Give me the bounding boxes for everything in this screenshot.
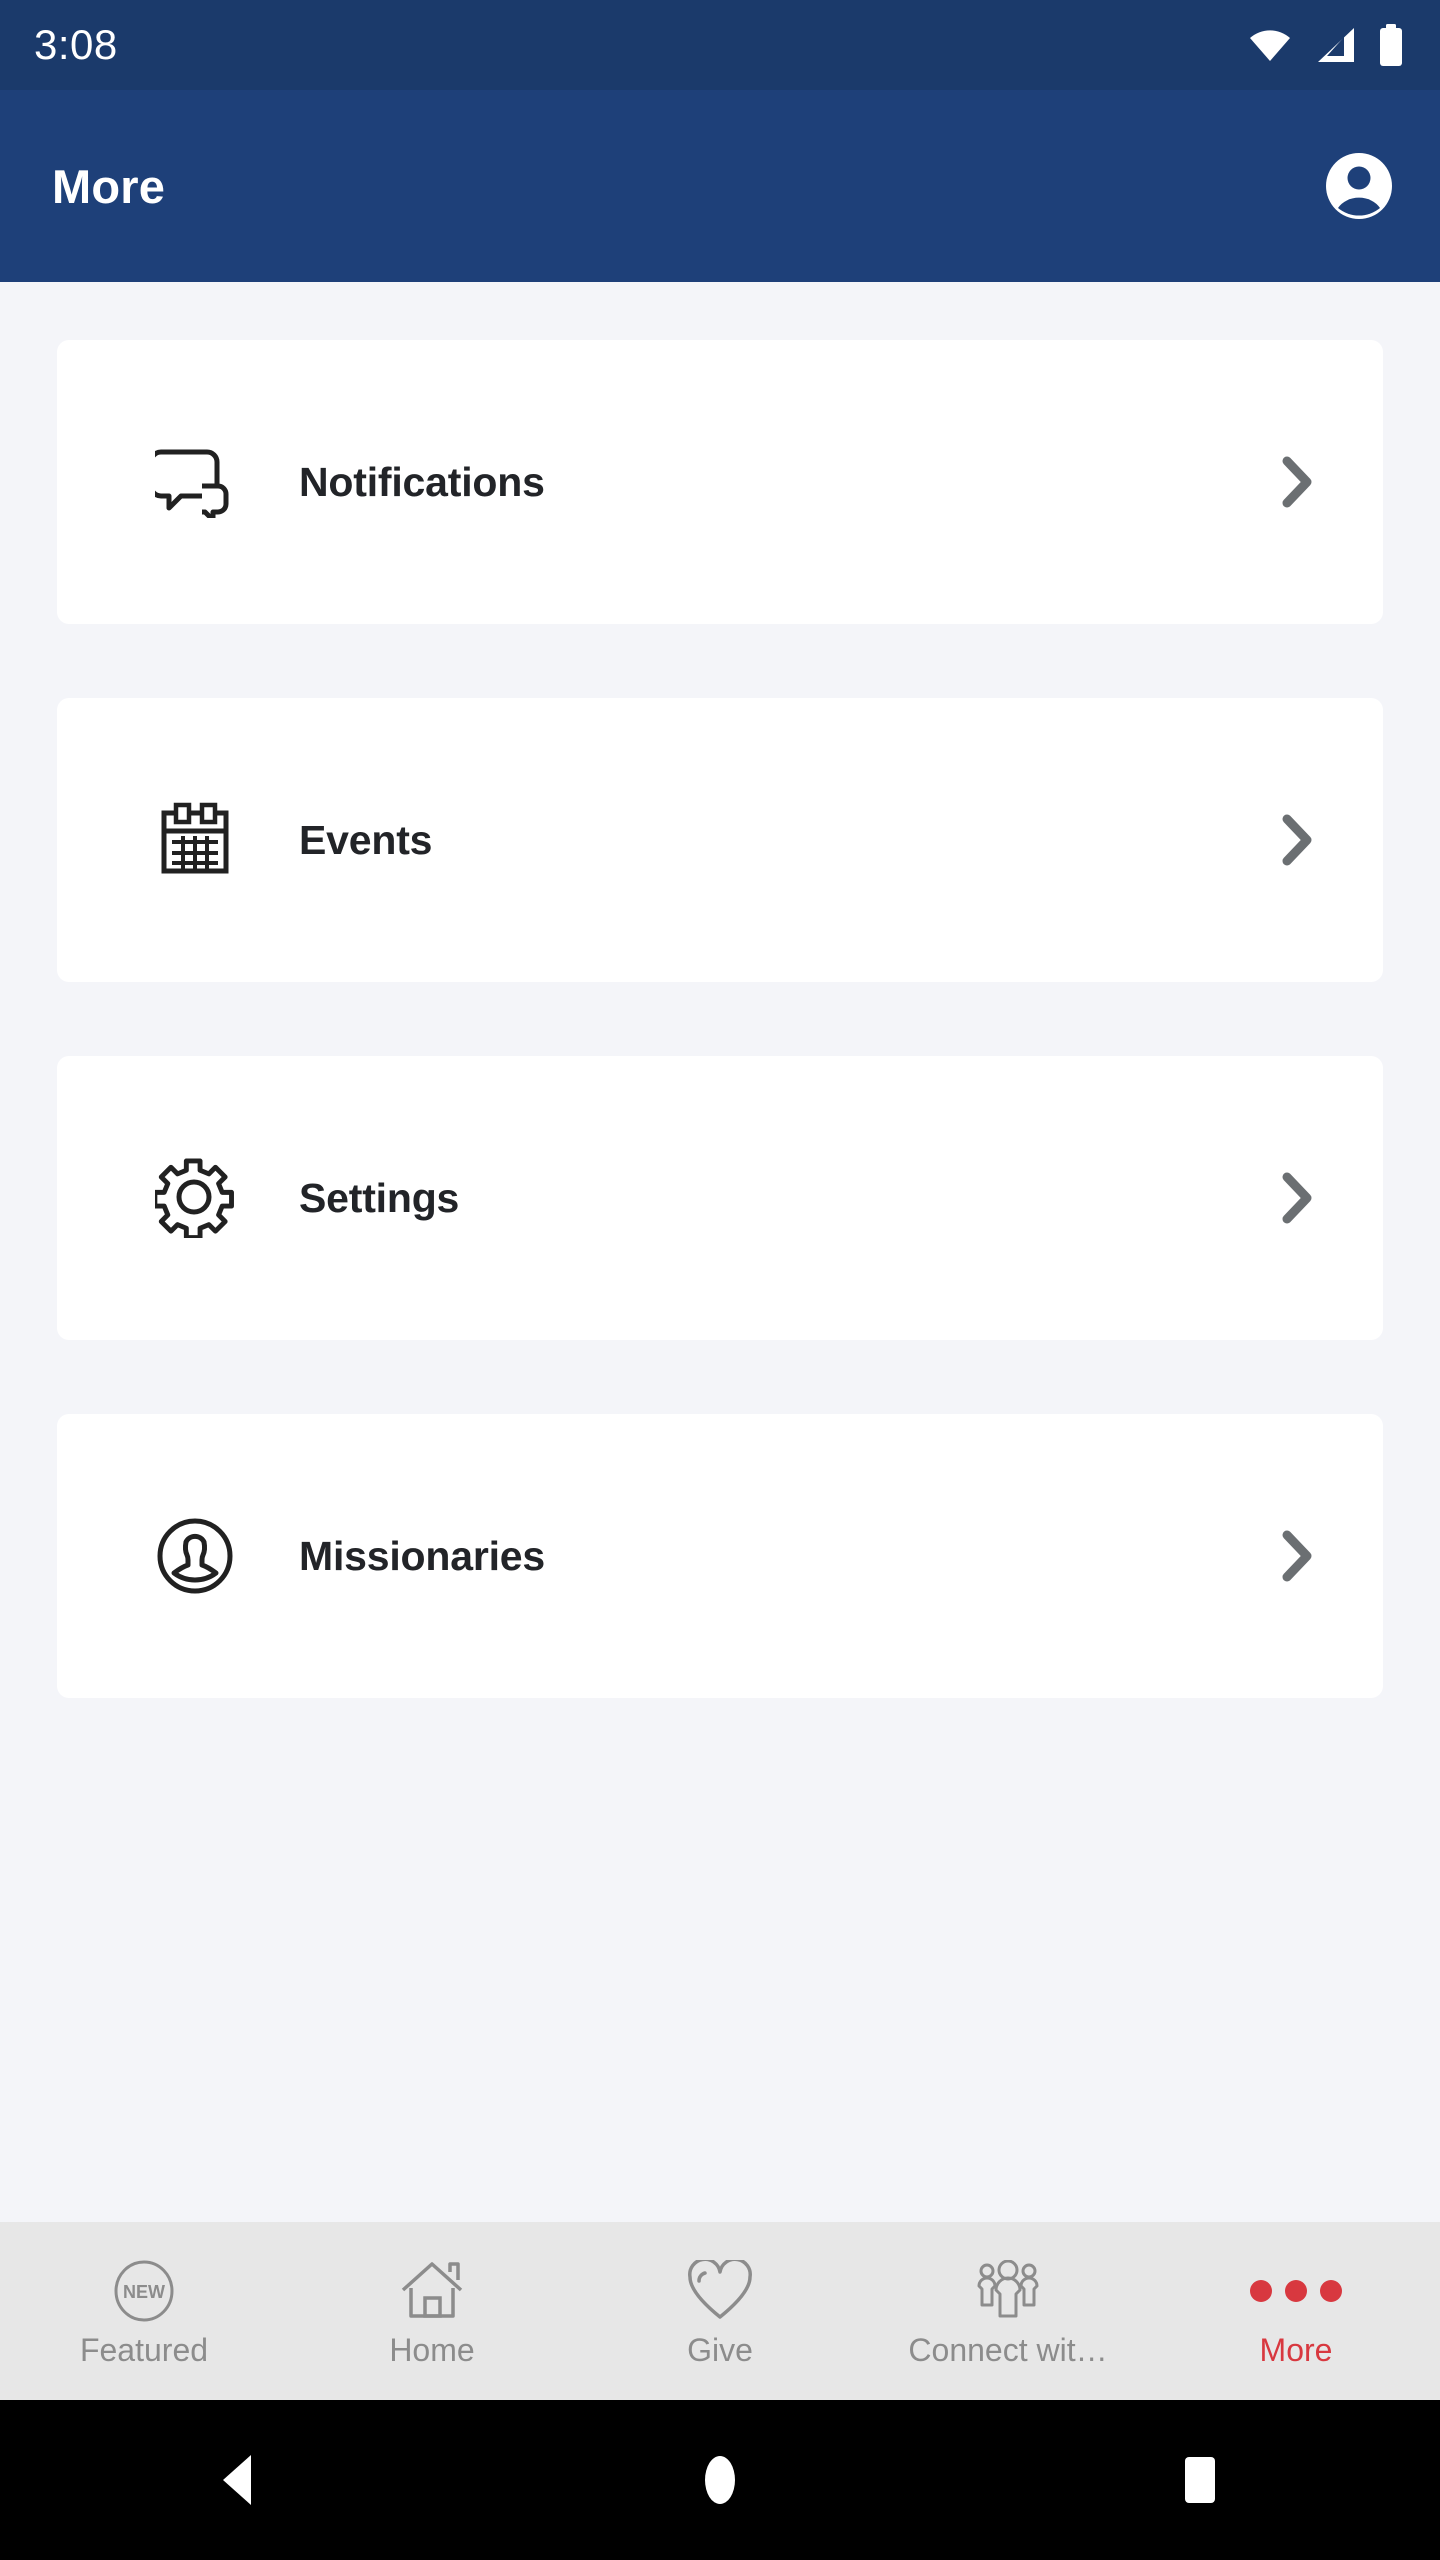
- menu-item-label: Settings: [299, 1174, 460, 1221]
- tab-label: Connect wit…: [908, 2331, 1108, 2368]
- dot: [1250, 2279, 1272, 2302]
- svg-text:NEW: NEW: [123, 2282, 165, 2302]
- calendar-icon: [149, 794, 241, 886]
- tab-label: Home: [389, 2331, 475, 2368]
- status-bar-icons: [1248, 24, 1404, 66]
- tab-label: Give: [687, 2331, 753, 2368]
- app-bar: More: [0, 90, 1440, 282]
- person-circle-icon: [149, 1510, 241, 1602]
- menu-item-notifications[interactable]: Notifications: [57, 340, 1383, 624]
- tab-connect-with[interactable]: Connect wit…: [864, 2222, 1152, 2400]
- dot: [1285, 2279, 1307, 2302]
- home-icon: [399, 2260, 465, 2322]
- new-badge-icon: NEW: [110, 2260, 178, 2322]
- tab-give[interactable]: Give: [576, 2222, 864, 2400]
- tab-label: Featured: [79, 2331, 209, 2368]
- menu-item-events[interactable]: Events: [57, 698, 1383, 982]
- three-dots-icon: [1250, 2260, 1342, 2322]
- chevron-right-icon: [1269, 812, 1325, 868]
- home-button[interactable]: [645, 2425, 795, 2535]
- menu-item-missionaries[interactable]: Missionaries: [57, 1414, 1383, 1698]
- menu-item-settings[interactable]: Settings: [57, 1056, 1383, 1340]
- menu-list: Notifications Events Settings Missionari…: [0, 282, 1440, 2222]
- menu-item-label: Events: [299, 816, 433, 863]
- tab-featured[interactable]: NEW Featured: [0, 2222, 288, 2400]
- phone-screen: 3:08 More Notifications Events Settings …: [0, 0, 1440, 2560]
- menu-item-label: Notifications: [299, 458, 545, 505]
- account-circle-icon[interactable]: [1320, 147, 1398, 225]
- battery-icon: [1378, 24, 1404, 66]
- tab-label: More: [1259, 2331, 1333, 2368]
- people-group-icon: [974, 2259, 1042, 2322]
- heart-icon: [688, 2259, 752, 2322]
- chevron-right-icon: [1269, 1528, 1325, 1584]
- bottom-tab-bar: NEW Featured Home Give Connect wit… More: [0, 2222, 1440, 2400]
- status-bar-clock: 3:08: [34, 21, 118, 68]
- wifi-icon: [1248, 28, 1292, 62]
- tab-home[interactable]: Home: [288, 2222, 576, 2400]
- chat-bubbles-icon: [149, 436, 241, 528]
- menu-item-label: Missionaries: [299, 1532, 545, 1579]
- tab-more[interactable]: More: [1152, 2222, 1440, 2400]
- android-navigation-bar: [0, 2400, 1440, 2560]
- chevron-right-icon: [1269, 1170, 1325, 1226]
- dot: [1320, 2279, 1342, 2302]
- chevron-right-icon: [1269, 454, 1325, 510]
- back-button[interactable]: [165, 2425, 315, 2535]
- recents-button[interactable]: [1125, 2425, 1275, 2535]
- gear-icon: [149, 1152, 241, 1244]
- cellular-signal-icon: [1314, 27, 1356, 63]
- page-title: More: [52, 159, 166, 213]
- status-bar: 3:08: [0, 0, 1440, 90]
